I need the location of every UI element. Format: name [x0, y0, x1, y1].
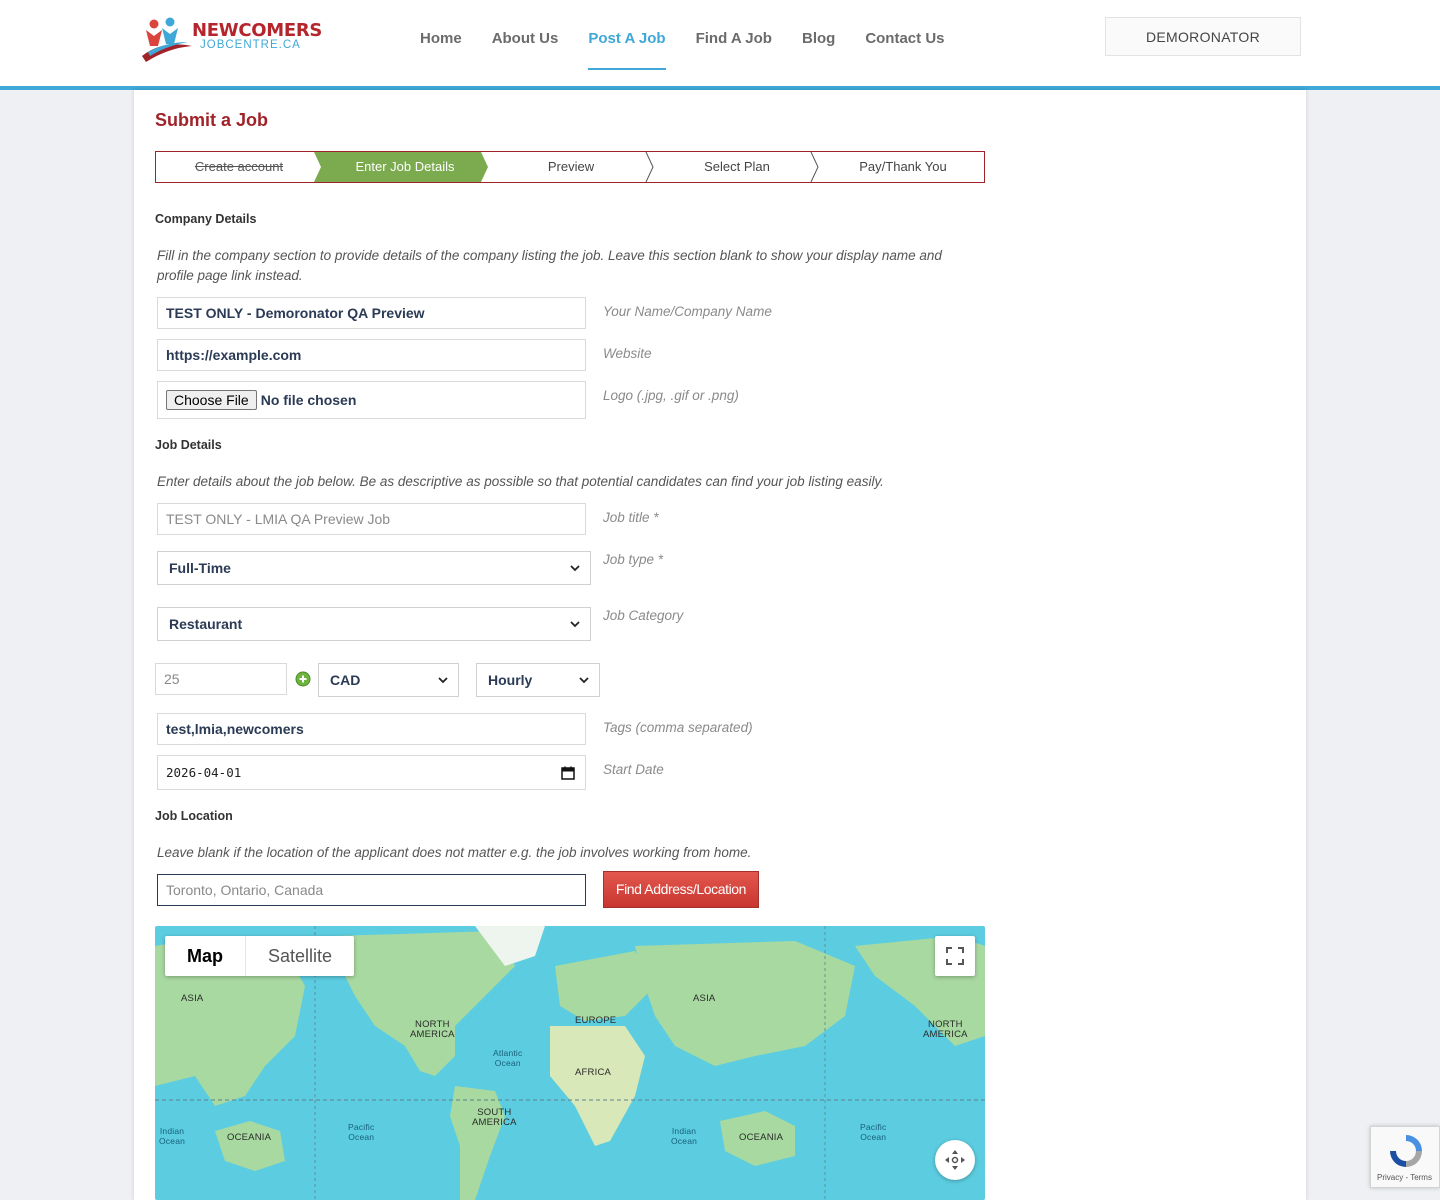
main-nav: Home About Us Post A Job Find A Job Blog…: [405, 0, 960, 86]
currency-value: CAD: [330, 672, 361, 688]
nav-about-us[interactable]: About Us: [477, 0, 574, 86]
job-details-help: Enter details about the job below. Be as…: [157, 474, 884, 489]
map-label-atlantic-ocean: Atlantic Ocean: [493, 1048, 523, 1068]
site-header: NEWCOMERS JOBCENTRE.CA Home About Us Pos…: [0, 0, 1440, 86]
chevron-down-icon: [579, 677, 589, 684]
map-label-indian-ocean-left: Indian Ocean: [159, 1126, 186, 1146]
calendar-icon[interactable]: [561, 766, 575, 780]
fullscreen-button[interactable]: [935, 936, 975, 976]
map-label-indian-ocean: Indian Ocean: [671, 1126, 698, 1146]
tags-label: Tags (comma separated): [603, 720, 753, 735]
step-pay-thank-you: Pay/Thank You: [859, 159, 947, 174]
step-create-account[interactable]: Create account: [156, 152, 322, 182]
step-select-plan: Select Plan: [704, 159, 770, 174]
job-title-label: Job title *: [603, 510, 659, 525]
recaptcha-icon: [1390, 1135, 1422, 1167]
logo-title: NEWCOMERS: [192, 20, 323, 41]
start-date-label: Start Date: [603, 762, 664, 777]
chevron-down-icon: [570, 621, 580, 628]
job-type-label: Job type *: [603, 552, 664, 567]
job-category-label: Job Category: [603, 608, 684, 623]
start-date-value: 2026-04-01: [166, 765, 242, 780]
map-label-europe: EUROPE: [575, 1015, 617, 1026]
job-category-value: Restaurant: [169, 616, 243, 632]
company-name-input[interactable]: TEST ONLY - Demoronator QA Preview: [157, 297, 586, 329]
logo-label: Logo (.jpg, .gif or .png): [603, 388, 739, 403]
map-label-north-america-right: NORTH AMERICA: [923, 1019, 968, 1040]
job-location-help: Leave blank if the location of the appli…: [157, 845, 752, 860]
nav-post-a-job[interactable]: Post A Job: [573, 0, 680, 86]
website-input[interactable]: https://example.com: [157, 339, 586, 371]
pan-arrows-icon: [945, 1150, 965, 1170]
map-label-asia: ASIA: [693, 993, 716, 1004]
job-location-heading: Job Location: [155, 809, 233, 823]
job-category-select[interactable]: Restaurant: [157, 607, 591, 641]
logo-people-icon: [142, 17, 192, 62]
fullscreen-icon: [946, 947, 964, 965]
start-date-input[interactable]: 2026-04-01: [157, 755, 586, 790]
map-label-africa: AFRICA: [575, 1067, 612, 1078]
nav-contact-us[interactable]: Contact Us: [850, 0, 959, 86]
job-title-input[interactable]: TEST ONLY - LMIA QA Preview Job: [157, 503, 586, 535]
map-type-toggle: Map Satellite: [165, 936, 355, 976]
site-logo[interactable]: NEWCOMERS JOBCENTRE.CA: [140, 16, 323, 66]
find-address-button[interactable]: Find Address/Location: [603, 871, 759, 908]
company-name-label: Your Name/Company Name: [603, 304, 772, 319]
map-label-asia-left: ASIA: [181, 993, 204, 1004]
location-map[interactable]: ASIA NORTH AMERICA EUROPE ASIA NORTH AME…: [155, 926, 985, 1200]
nav-find-a-job[interactable]: Find A Job: [681, 0, 787, 86]
recaptcha-badge[interactable]: Privacy - Terms: [1370, 1126, 1440, 1188]
map-label-pacific-ocean-left: Pacific Ocean: [348, 1122, 375, 1142]
choose-file-button[interactable]: Choose File: [166, 390, 257, 410]
pay-period-select[interactable]: Hourly: [476, 663, 600, 697]
chevron-down-icon: [438, 677, 448, 684]
logo-file-input[interactable]: Choose File No file chosen: [157, 381, 586, 419]
address-input[interactable]: Toronto, Ontario, Canada: [157, 874, 586, 906]
nav-blog[interactable]: Blog: [787, 0, 850, 86]
pay-period-value: Hourly: [488, 672, 533, 688]
file-status: No file chosen: [260, 392, 357, 408]
currency-select[interactable]: CAD: [318, 663, 459, 697]
job-type-select[interactable]: Full-Time: [157, 551, 591, 585]
nav-home[interactable]: Home: [405, 0, 477, 86]
salary-input[interactable]: 25: [155, 663, 287, 695]
recaptcha-terms[interactable]: Privacy - Terms: [1377, 1173, 1432, 1182]
job-details-heading: Job Details: [155, 438, 222, 452]
website-label: Website: [603, 346, 652, 361]
map-view-button[interactable]: Map: [165, 936, 246, 976]
map-label-south-america: SOUTH AMERICA: [472, 1107, 517, 1128]
chevron-down-icon: [570, 565, 580, 572]
map-camera-control[interactable]: [935, 1140, 975, 1180]
job-type-value: Full-Time: [169, 560, 231, 576]
map-label-oceania: OCEANIA: [739, 1132, 784, 1143]
progress-steps: Create account Enter Job Details Preview…: [155, 151, 985, 183]
step-enter-job-details[interactable]: Enter Job Details: [322, 152, 488, 182]
map-label-pacific-ocean-right: Pacific Ocean: [860, 1122, 887, 1142]
company-details-help: Fill in the company section to provide d…: [157, 248, 942, 283]
tags-input[interactable]: test,lmia,newcomers: [157, 713, 586, 745]
step-preview: Preview: [547, 159, 595, 174]
add-salary-icon[interactable]: [295, 671, 311, 687]
logo-subtitle: JOBCENTRE.CA: [200, 39, 301, 51]
company-details-heading: Company Details: [155, 212, 257, 226]
satellite-view-button[interactable]: Satellite: [246, 936, 354, 976]
page-title: Submit a Job: [155, 110, 269, 130]
map-label-north-america: NORTH AMERICA: [410, 1019, 455, 1040]
map-label-oceania-left: OCEANIA: [227, 1132, 272, 1143]
user-account-button[interactable]: DEMORONATOR: [1105, 17, 1301, 56]
